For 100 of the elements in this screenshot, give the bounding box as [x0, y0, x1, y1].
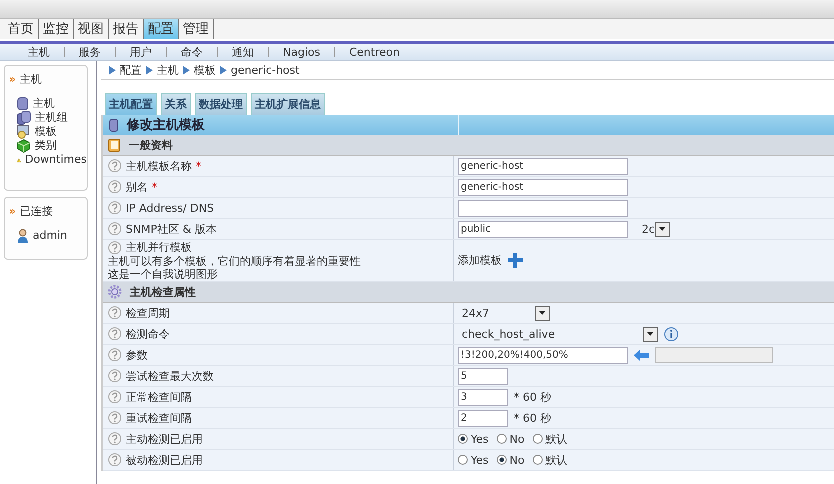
radio-label: No — [510, 454, 525, 466]
radio-button[interactable] — [532, 434, 543, 444]
radio-label: Yes — [471, 454, 489, 466]
menu-tab[interactable]: 管理 — [179, 19, 214, 39]
arrow-icon — [146, 66, 153, 74]
radio-label: 默认 — [546, 432, 568, 446]
help-icon[interactable] — [108, 369, 122, 383]
input-field[interactable]: generic-host — [458, 158, 628, 174]
field-label: 主动检测已启用 — [126, 432, 203, 446]
submenu-link[interactable]: 服务 — [65, 44, 115, 60]
version-dropdown[interactable]: 2c — [642, 222, 670, 236]
breadcrumb-link[interactable]: 模板 — [194, 62, 216, 78]
database-icon — [17, 97, 29, 111]
sidebar-item[interactable]: admin — [17, 229, 87, 243]
cube-icon — [17, 139, 31, 153]
radio-label: 默认 — [546, 452, 568, 468]
field-label: SNMP社区 & 版本 — [126, 222, 217, 236]
submenu-link[interactable]: 用户 — [116, 44, 166, 60]
database-icon — [109, 118, 119, 132]
field-label: 尝试检查最大次数 — [126, 368, 214, 384]
unit-label: * 60 秒 — [514, 410, 552, 426]
input-field[interactable]: generic-host — [458, 178, 628, 196]
sidebar-item[interactable]: Downtimes — [17, 153, 87, 167]
help-icon[interactable] — [108, 180, 122, 194]
help-icon[interactable] — [108, 390, 122, 404]
input-field[interactable]: !3!200,20%!400,50% — [458, 346, 628, 364]
required-mark: * — [196, 160, 202, 172]
unit-label: * 60 秒 — [514, 390, 552, 404]
info-icon[interactable] — [664, 326, 679, 342]
template-icon — [17, 125, 31, 139]
submenu-link[interactable]: Nagios — [269, 46, 334, 58]
menu-tab[interactable]: 首页 — [4, 19, 39, 39]
tab[interactable]: 主机配置 — [105, 93, 157, 115]
arrow-icon — [109, 66, 116, 74]
submenu-link[interactable]: 命令 — [167, 44, 217, 60]
submenu-link[interactable]: 主机 — [14, 44, 64, 60]
field-label: 别名 — [126, 180, 148, 194]
radio-button[interactable] — [496, 434, 507, 444]
help-icon[interactable] — [108, 240, 122, 254]
help-icon[interactable] — [108, 453, 122, 467]
required-mark: * — [152, 180, 158, 194]
help-icon[interactable] — [108, 306, 122, 320]
input-field[interactable] — [458, 200, 628, 216]
panel-title: 主机 — [20, 72, 42, 87]
select-dropdown[interactable]: 24x7 — [458, 306, 550, 320]
tab[interactable]: 关系 — [161, 93, 191, 115]
sidebar-item[interactable]: 主机组 — [17, 111, 87, 125]
radio-button[interactable] — [458, 434, 468, 444]
help-icon[interactable] — [108, 432, 122, 446]
sidebar-item[interactable]: 类别 — [17, 139, 87, 153]
field-label: IP Address/ DNS — [126, 202, 214, 214]
clipboard-icon — [108, 138, 121, 152]
chevron-icon: » — [9, 205, 16, 218]
radio-button[interactable] — [458, 455, 468, 465]
field-label: 重试检查间隔 — [126, 410, 192, 426]
section-title: 一般资料 — [129, 138, 173, 152]
breadcrumb-link[interactable]: 配置 — [120, 62, 142, 78]
menu-tab[interactable]: 配置 — [144, 19, 179, 39]
tab[interactable]: 主机扩展信息 — [251, 93, 325, 115]
help-icon[interactable] — [108, 159, 122, 173]
left-arrow-icon[interactable] — [634, 350, 649, 360]
breadcrumb-link[interactable]: generic-host — [231, 64, 300, 76]
help-icon[interactable] — [108, 201, 122, 215]
field-label: 检测命令 — [126, 326, 170, 342]
field-label: 参数 — [126, 348, 148, 362]
sidebar-item[interactable]: 主机 — [17, 97, 87, 111]
input-field[interactable]: 2 — [458, 410, 508, 426]
section-title: 主机检查属性 — [130, 284, 196, 300]
input-field[interactable]: public — [458, 220, 628, 238]
chevron-icon: » — [9, 73, 16, 86]
radio-label: Yes — [471, 432, 489, 446]
help-icon[interactable] — [108, 411, 122, 425]
field-label: 主机并行模板 — [126, 240, 192, 255]
field-note: 主机可以有多个模板，它们的顺序有着显著的重要性 — [108, 255, 362, 268]
help-icon[interactable] — [108, 348, 122, 362]
field-label: 正常检查间隔 — [126, 390, 192, 404]
plus-icon[interactable] — [508, 253, 523, 268]
submenu-link[interactable]: 通知 — [218, 44, 268, 60]
help-icon[interactable] — [108, 222, 122, 236]
breadcrumb-link[interactable]: 主机 — [157, 62, 179, 78]
field-label: 主机模板名称 — [126, 158, 192, 174]
add-template-link[interactable]: 添加模板 — [458, 253, 502, 268]
menu-tab[interactable]: 监控 — [39, 19, 74, 39]
radio-button[interactable] — [496, 455, 507, 465]
user-icon — [17, 229, 29, 243]
select-dropdown[interactable]: check_host_alive — [458, 326, 658, 342]
tab[interactable]: 数据处理 — [195, 93, 247, 115]
sidebar-item[interactable]: 模板 — [17, 125, 87, 139]
input-field[interactable]: 3 — [458, 388, 508, 406]
help-icon[interactable] — [108, 327, 122, 341]
form-title: 修改主机模板 — [127, 116, 205, 134]
radio-button[interactable] — [532, 455, 543, 465]
gear-icon — [108, 285, 122, 299]
field-label: 被动检测已启用 — [126, 452, 203, 468]
database-icon — [17, 111, 31, 125]
submenu-link[interactable]: Centreon — [335, 46, 414, 58]
menu-tab[interactable]: 视图 — [74, 19, 109, 39]
input-field[interactable]: 5 — [458, 368, 508, 384]
arrow-icon — [220, 66, 227, 74]
arrow-icon — [183, 66, 190, 74]
